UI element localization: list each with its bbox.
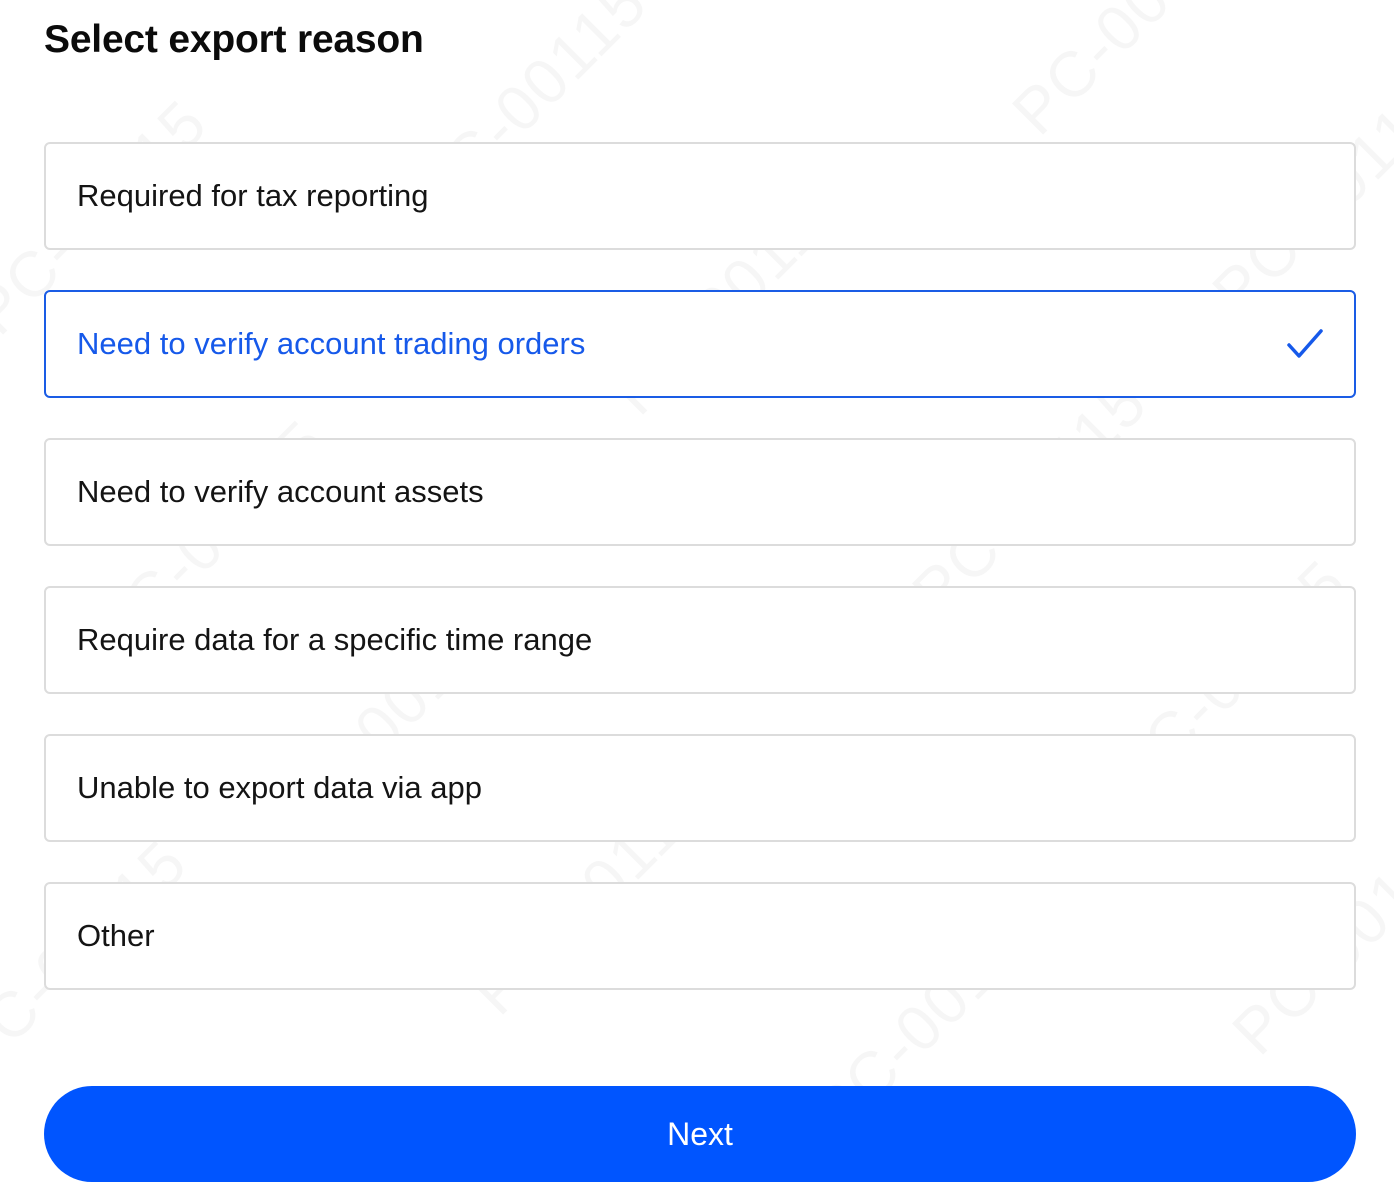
option-label: Need to verify account assets [77, 474, 484, 509]
page-title: Select export reason [44, 18, 424, 61]
option-label: Unable to export data via app [77, 770, 482, 805]
option-label: Other [77, 918, 155, 953]
next-button[interactable]: Next [44, 1086, 1356, 1182]
option-verify-assets[interactable]: Need to verify account assets [44, 438, 1356, 546]
checkmark-icon [1286, 325, 1324, 363]
option-time-range[interactable]: Require data for a specific time range [44, 586, 1356, 694]
option-label: Require data for a specific time range [77, 622, 593, 657]
option-tax-reporting[interactable]: Required for tax reporting [44, 142, 1356, 250]
option-other[interactable]: Other [44, 882, 1356, 990]
option-label: Need to verify account trading orders [77, 326, 586, 361]
option-label: Required for tax reporting [77, 178, 429, 213]
checkmark-icon-svg [1287, 329, 1323, 358]
option-export-via-app[interactable]: Unable to export data via app [44, 734, 1356, 842]
option-verify-trading-orders[interactable]: Need to verify account trading orders [44, 290, 1356, 398]
export-reason-list: Required for tax reporting Need to verif… [44, 142, 1356, 1030]
watermark-text: PC-00115 [998, 0, 1262, 149]
